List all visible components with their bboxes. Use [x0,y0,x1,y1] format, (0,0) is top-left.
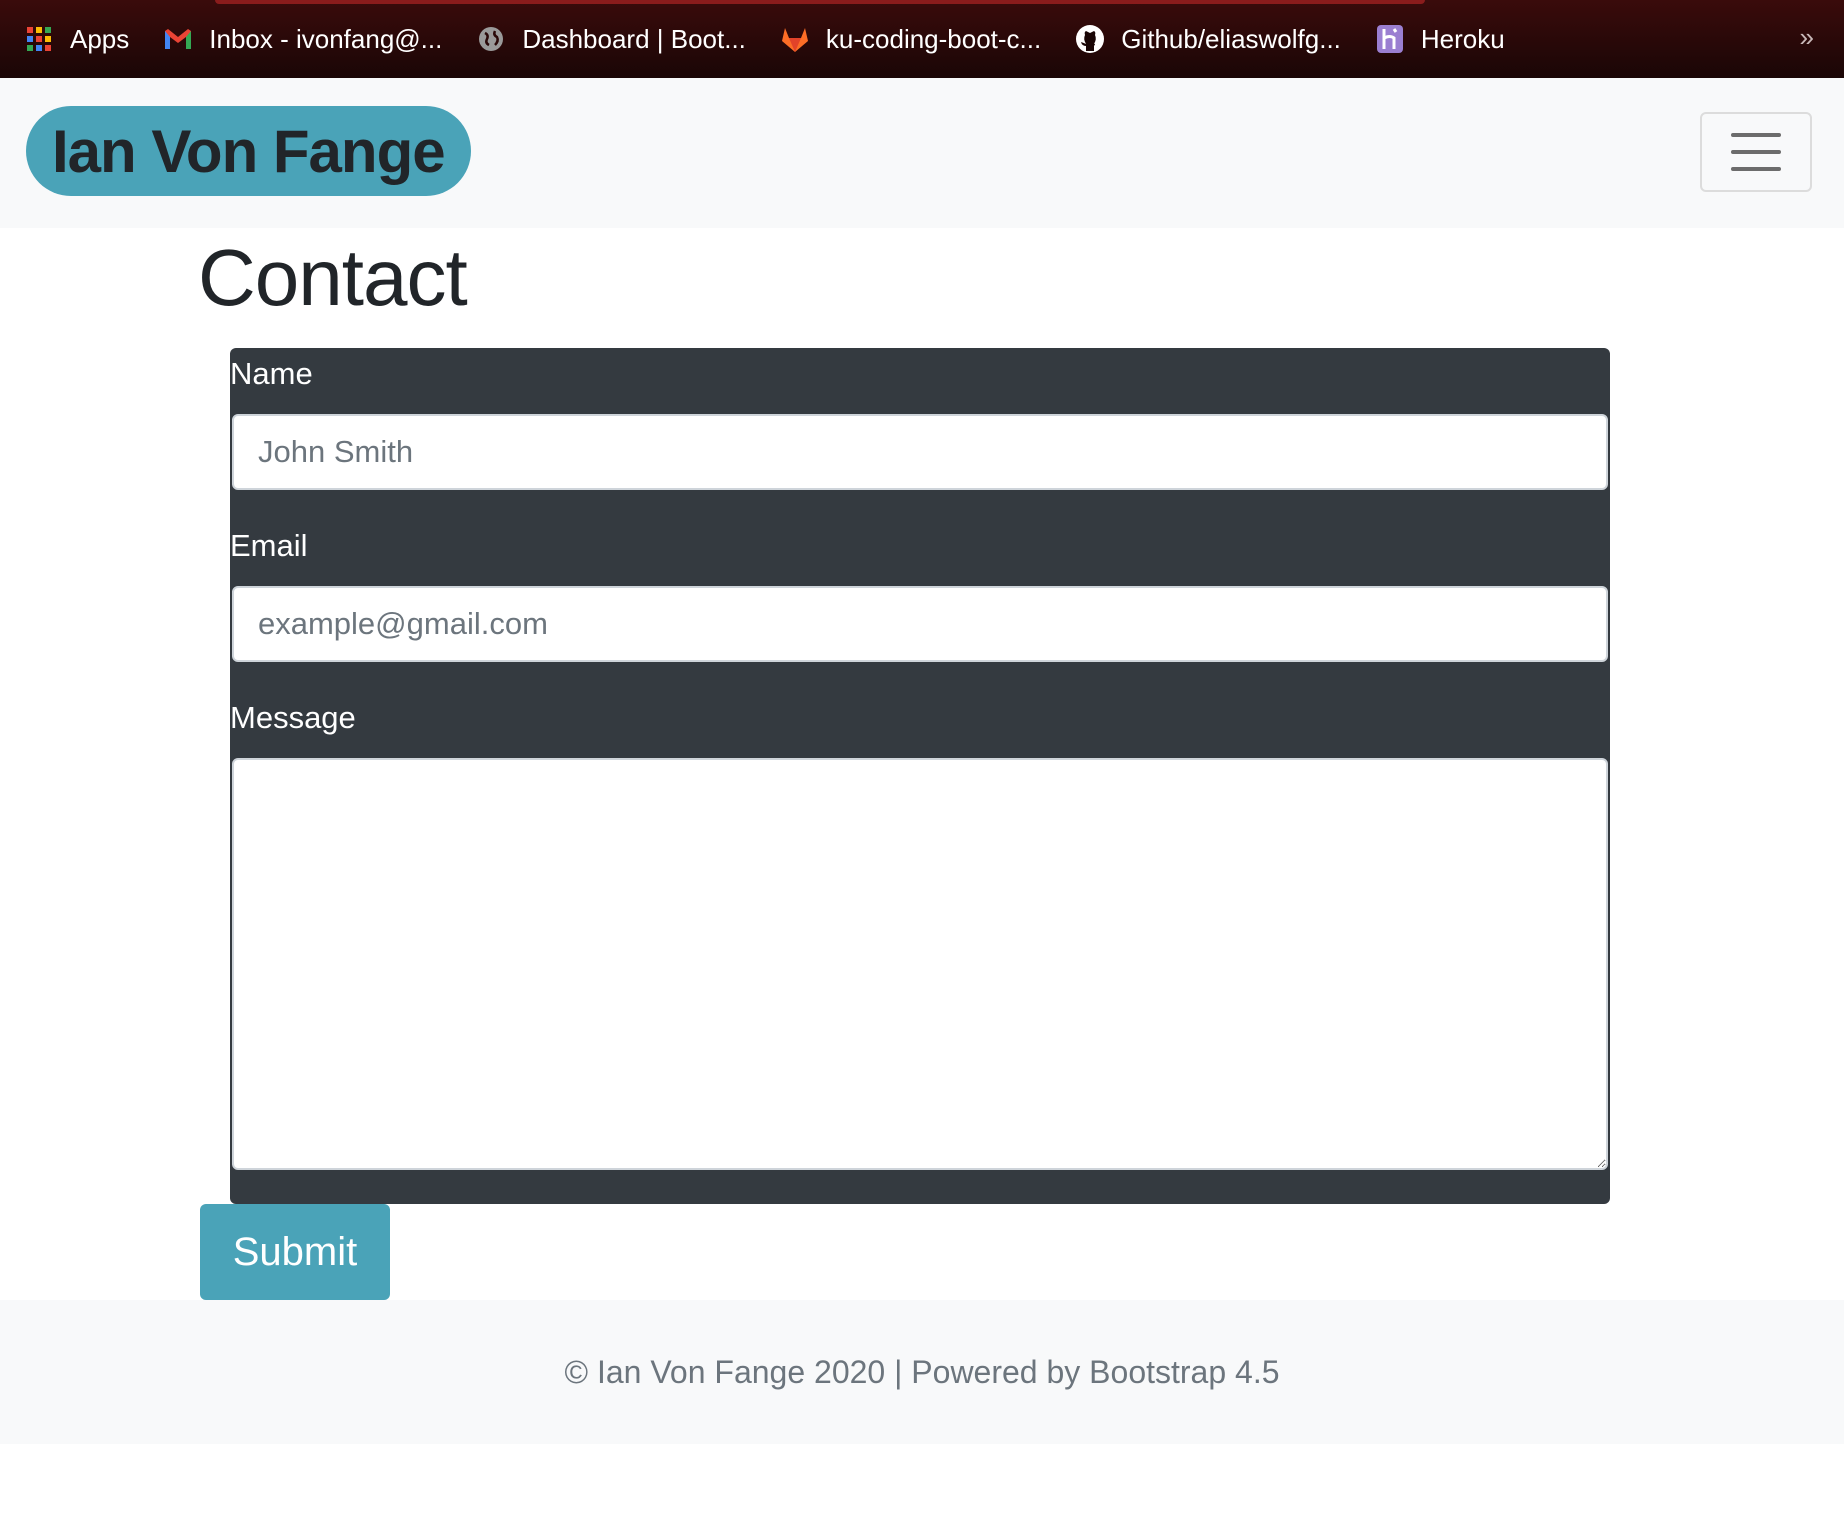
bookmark-label: Inbox - ivonfang@... [209,23,443,54]
bookmarks-bar: Apps Inbox - ivonfang@... Dashboard | Bo… [0,0,1844,78]
gmail-icon [163,24,193,54]
bookmarks-overflow-icon[interactable]: » [1800,22,1814,53]
tab-strip-edge [215,0,1425,4]
name-label: Name [230,356,313,391]
name-input[interactable] [232,414,1608,490]
hamburger-icon [1731,167,1781,171]
email-input[interactable] [232,586,1608,662]
bookmark-label: ku-coding-boot-c... [825,23,1042,54]
navbar-toggler-button[interactable] [1700,112,1812,192]
gitlab-icon [780,24,810,54]
navbar: Ian Von Fange [0,78,1844,228]
bookmark-apps[interactable]: Apps [24,24,129,55]
bookmark-dashboard[interactable]: Dashboard | Boot... [476,24,746,55]
bookmark-gitlab[interactable]: ku-coding-boot-c... [780,24,1041,55]
email-label: Email [230,528,308,563]
message-textarea[interactable] [232,758,1608,1170]
footer: © Ian Von Fange 2020 | Powered by Bootst… [0,1300,1844,1444]
submit-button[interactable]: Submit [200,1204,390,1300]
message-label: Message [230,700,356,735]
contact-form: Name Email Message [230,348,1610,1204]
globe-icon [476,24,506,54]
bookmark-github[interactable]: Github/eliaswolfg... [1075,24,1341,55]
bookmark-inbox[interactable]: Inbox - ivonfang@... [163,24,442,55]
footer-text: © Ian Von Fange 2020 | Powered by Bootst… [564,1353,1280,1390]
hamburger-icon [1731,133,1781,137]
brand-link[interactable]: Ian Von Fange [26,106,471,196]
apps-grid-icon [24,24,54,54]
bookmark-label: Apps [70,23,130,54]
heroku-icon [1375,24,1405,54]
bookmark-heroku[interactable]: Heroku [1375,24,1505,55]
github-icon [1075,24,1105,54]
page-title: Contact [198,233,468,322]
bookmark-label: Dashboard | Boot... [522,23,746,54]
bookmark-label: Github/eliaswolfg... [1121,23,1341,54]
bookmark-label: Heroku [1420,23,1505,54]
hamburger-icon [1731,150,1781,154]
